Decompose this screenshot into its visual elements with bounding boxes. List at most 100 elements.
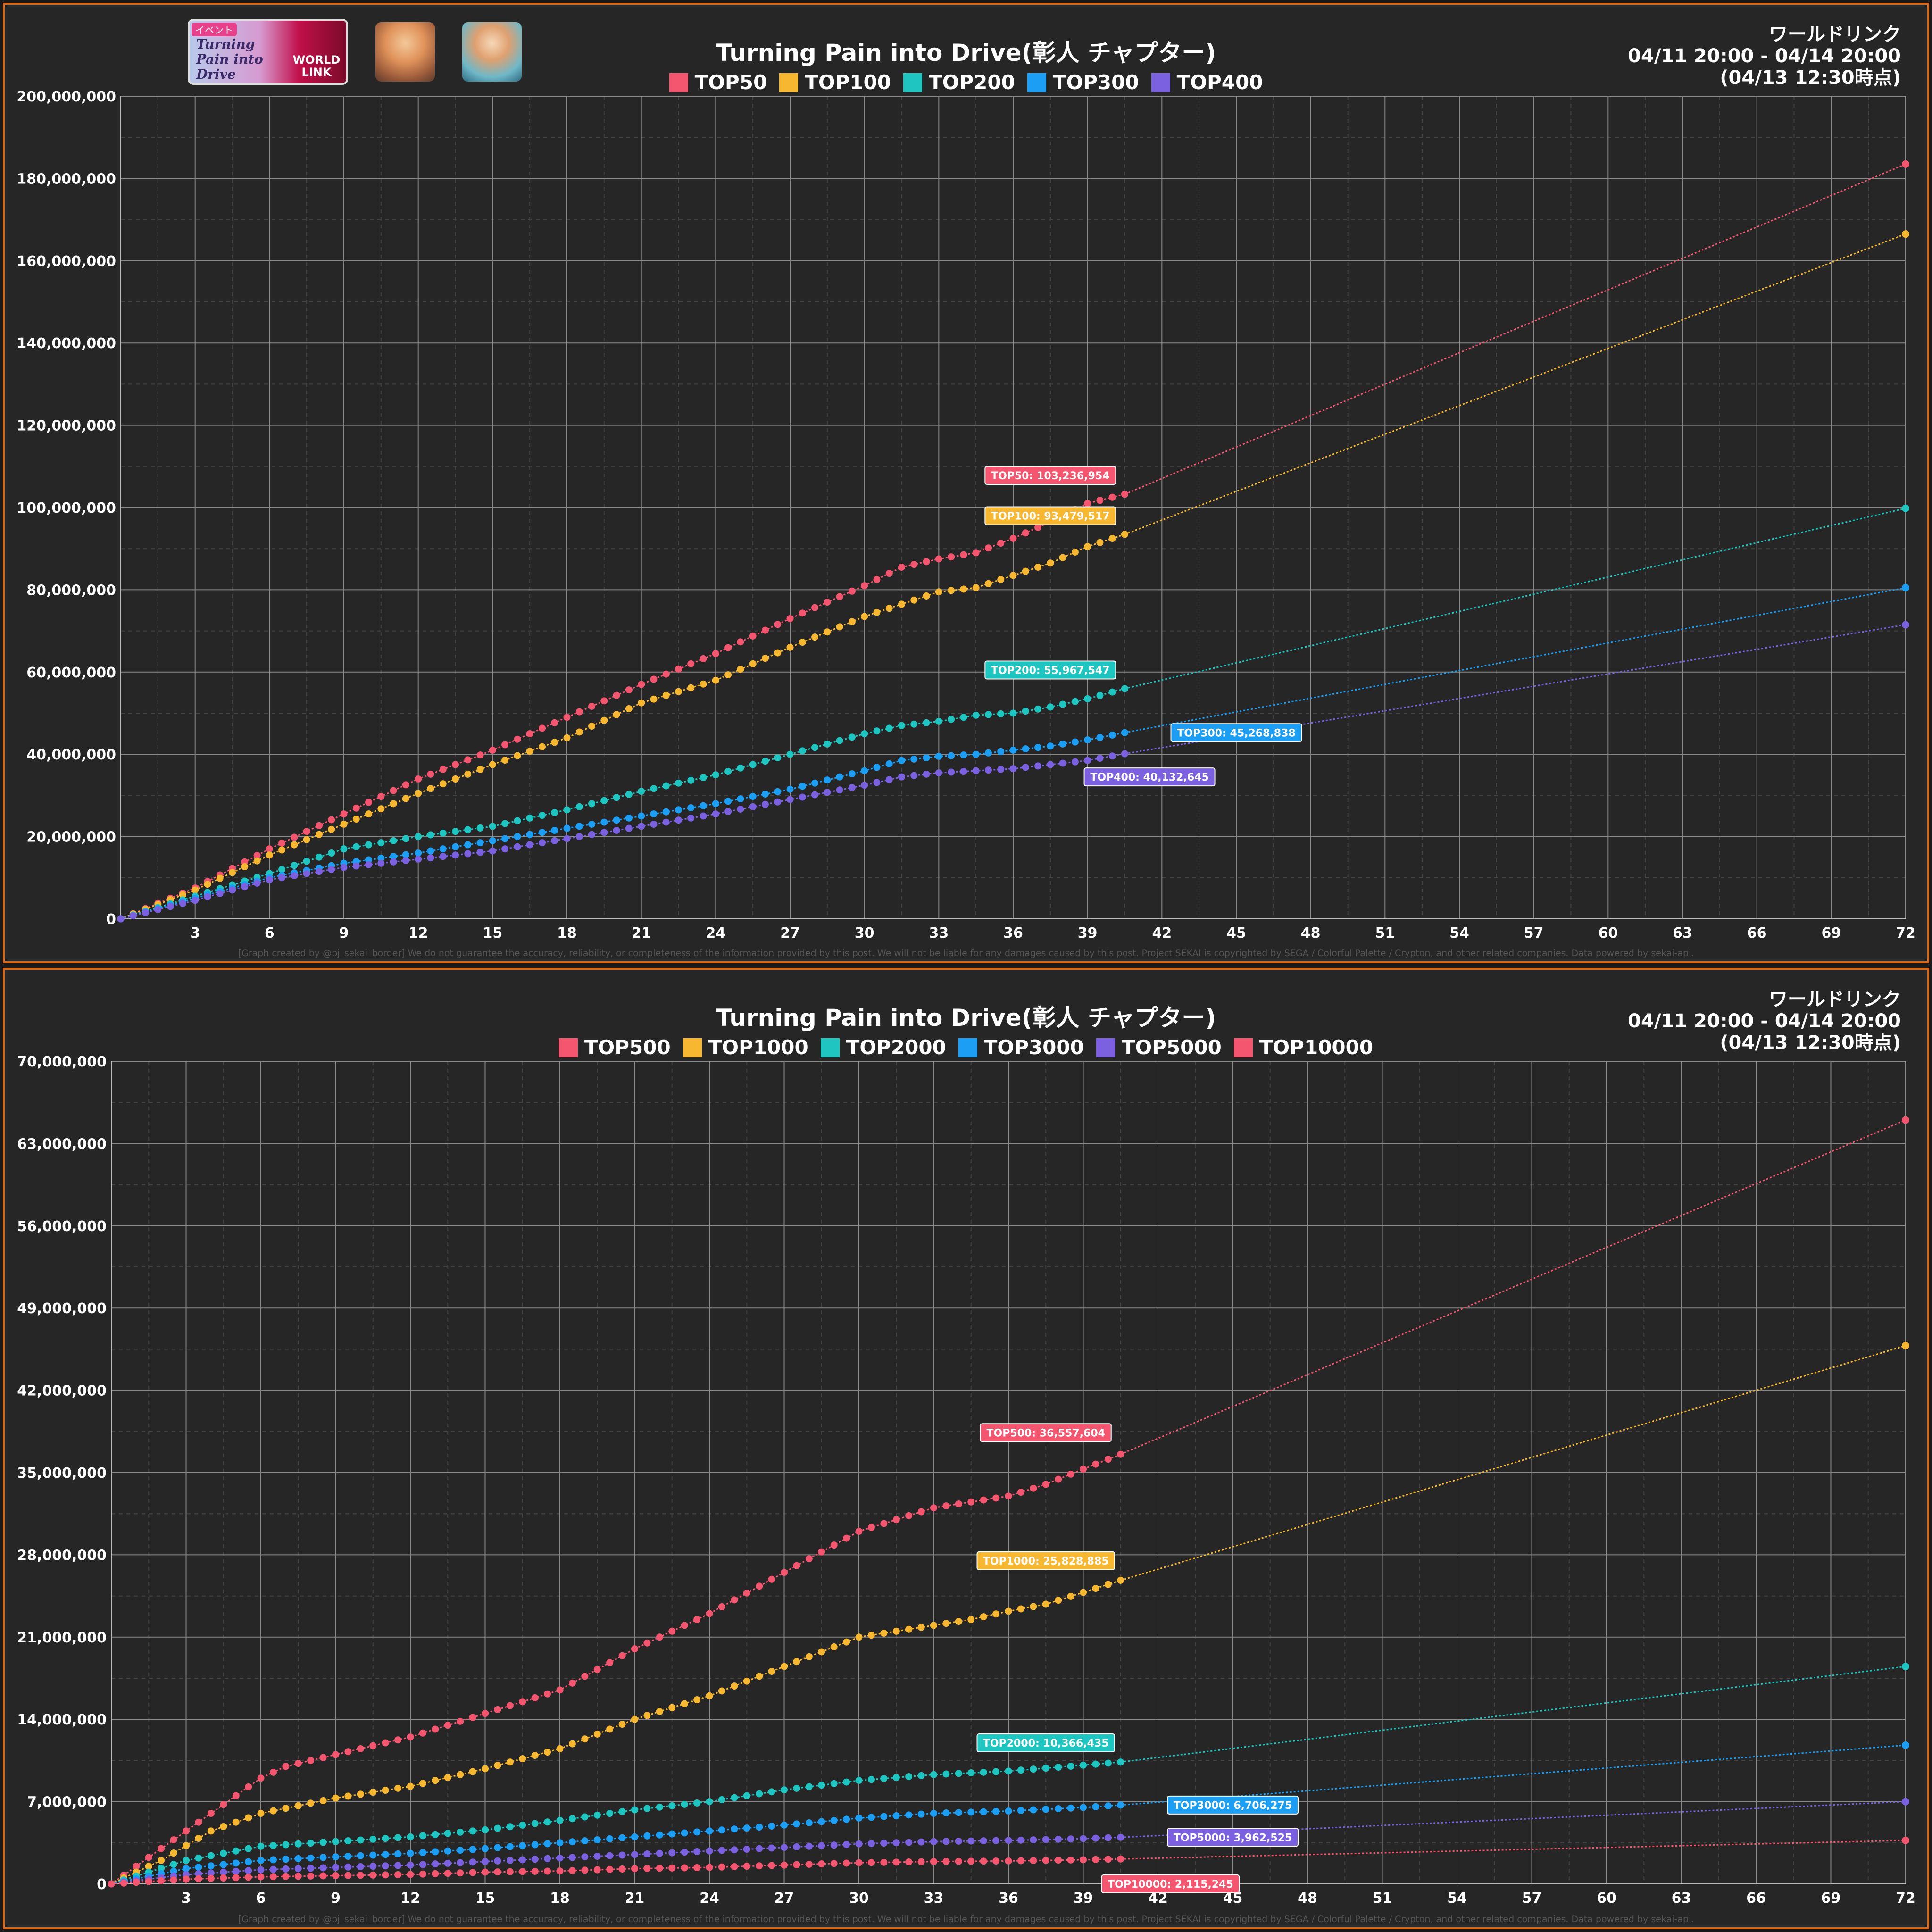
data-point-top10000	[432, 1870, 439, 1877]
data-point-top2000	[394, 1834, 402, 1841]
data-point-top400	[972, 767, 980, 774]
data-point-top5000	[656, 1849, 663, 1857]
data-point-top10000	[220, 1874, 227, 1882]
data-point-top10000	[195, 1875, 202, 1882]
data-point-top200	[452, 828, 459, 835]
data-point-top500	[556, 1686, 564, 1694]
data-point-top2000	[432, 1831, 439, 1838]
x-tick-label: 54	[1447, 1890, 1467, 1907]
x-tick-label: 9	[331, 1890, 341, 1907]
data-point-top200	[291, 862, 298, 869]
data-point-top2000	[706, 1798, 713, 1806]
data-point-top400	[229, 886, 236, 894]
data-point-top500	[394, 1736, 402, 1744]
data-point-top200	[885, 724, 893, 732]
data-point-top200	[1084, 695, 1091, 702]
data-point-top5000	[419, 1861, 426, 1868]
data-point-top100	[997, 576, 1005, 583]
data-point-top400	[774, 798, 782, 806]
x-tick-label: 36	[1003, 925, 1023, 941]
value-label: TOP200: 55,967,547	[984, 660, 1116, 680]
data-point-top400	[824, 789, 831, 796]
data-point-top10000	[955, 1857, 962, 1865]
data-point-top3000	[855, 1814, 863, 1822]
data-point-top100	[216, 874, 224, 882]
value-label-text: TOP100: 93,479,517	[991, 510, 1109, 522]
value-label: TOP3000: 6,706,275	[1167, 1795, 1299, 1815]
data-point-top2000	[805, 1783, 813, 1790]
data-point-top5000	[1117, 1833, 1124, 1841]
data-point-top3000	[656, 1831, 663, 1839]
data-point-top3000	[357, 1852, 364, 1859]
data-point-top200	[303, 858, 310, 865]
y-tick-label: 0	[97, 1876, 107, 1893]
data-point-top10000	[269, 1873, 277, 1881]
data-point-top50	[514, 735, 521, 743]
data-point-top1000	[967, 1616, 975, 1623]
data-point-top1000	[220, 1823, 227, 1831]
x-tick-label: 60	[1598, 925, 1618, 941]
data-point-top1000	[407, 1782, 414, 1790]
data-point-top3000	[731, 1825, 738, 1833]
data-point-top200	[836, 737, 843, 744]
data-point-top300	[960, 751, 967, 759]
data-point-top5000	[444, 1859, 451, 1867]
data-point-top2000	[1080, 1761, 1087, 1769]
data-point-top100	[885, 605, 893, 612]
data-point-top2000	[282, 1841, 290, 1849]
data-point-top2000	[593, 1811, 601, 1819]
data-point-top2000	[494, 1824, 501, 1832]
data-point-top400	[687, 814, 695, 822]
data-point-top3000	[432, 1848, 439, 1856]
data-point-top500	[855, 1528, 863, 1535]
y-tick-label: 70,000,000	[17, 1054, 107, 1070]
data-point-top200	[761, 758, 769, 765]
data-point-top400	[266, 876, 273, 883]
data-point-top50	[638, 681, 645, 688]
data-point-top3000	[257, 1857, 265, 1864]
data-point-top100	[452, 775, 459, 783]
data-point-top5000	[1067, 1835, 1074, 1843]
data-point-top1000	[855, 1633, 863, 1641]
data-point-top10000	[581, 1866, 589, 1874]
data-point-top10000	[656, 1865, 663, 1872]
data-point-top100	[625, 705, 633, 713]
data-point-top1000	[1080, 1589, 1087, 1596]
data-point-top100	[1084, 543, 1091, 550]
data-point-top1000	[1092, 1585, 1099, 1592]
data-point-top5000	[382, 1862, 389, 1870]
data-point-top1000	[457, 1771, 464, 1778]
data-point-top500	[1092, 1460, 1099, 1468]
value-label-text: TOP3000: 6,706,275	[1174, 1800, 1292, 1812]
data-point-top100	[638, 699, 645, 707]
data-point-top3000	[307, 1854, 315, 1862]
data-point-top10000	[519, 1868, 526, 1875]
x-tick-label: 69	[1821, 925, 1841, 941]
data-point-top3000	[544, 1840, 551, 1848]
data-point-top200	[749, 761, 757, 768]
data-point-top200	[340, 845, 348, 853]
data-point-top500	[618, 1652, 626, 1659]
data-point-top5000	[407, 1861, 414, 1869]
data-point-top500	[220, 1801, 227, 1808]
data-point-top500	[955, 1500, 962, 1507]
data-point-top200	[377, 839, 385, 847]
data-point-top100	[687, 684, 695, 691]
data-point-top400	[489, 847, 496, 855]
value-label: TOP10000: 2,115,245	[1101, 1874, 1240, 1893]
data-point-top50	[588, 702, 596, 710]
data-point-top400	[167, 903, 174, 910]
data-point-top100	[489, 761, 496, 768]
y-tick-label: 63,000,000	[17, 1136, 107, 1152]
data-point-top3000	[681, 1829, 688, 1837]
series-line-top500	[111, 1453, 1121, 1885]
data-point-top100	[588, 723, 596, 730]
y-tick-label: 40,000,000	[26, 747, 116, 763]
data-point-top2000	[1117, 1758, 1124, 1766]
data-point-top50	[1108, 493, 1116, 501]
value-label-text: TOP2000: 10,366,435	[983, 1738, 1109, 1749]
data-point-top1000	[382, 1787, 389, 1794]
data-point-top2000	[668, 1802, 676, 1809]
data-point-top1000	[731, 1682, 738, 1690]
data-point-top100	[526, 748, 533, 755]
